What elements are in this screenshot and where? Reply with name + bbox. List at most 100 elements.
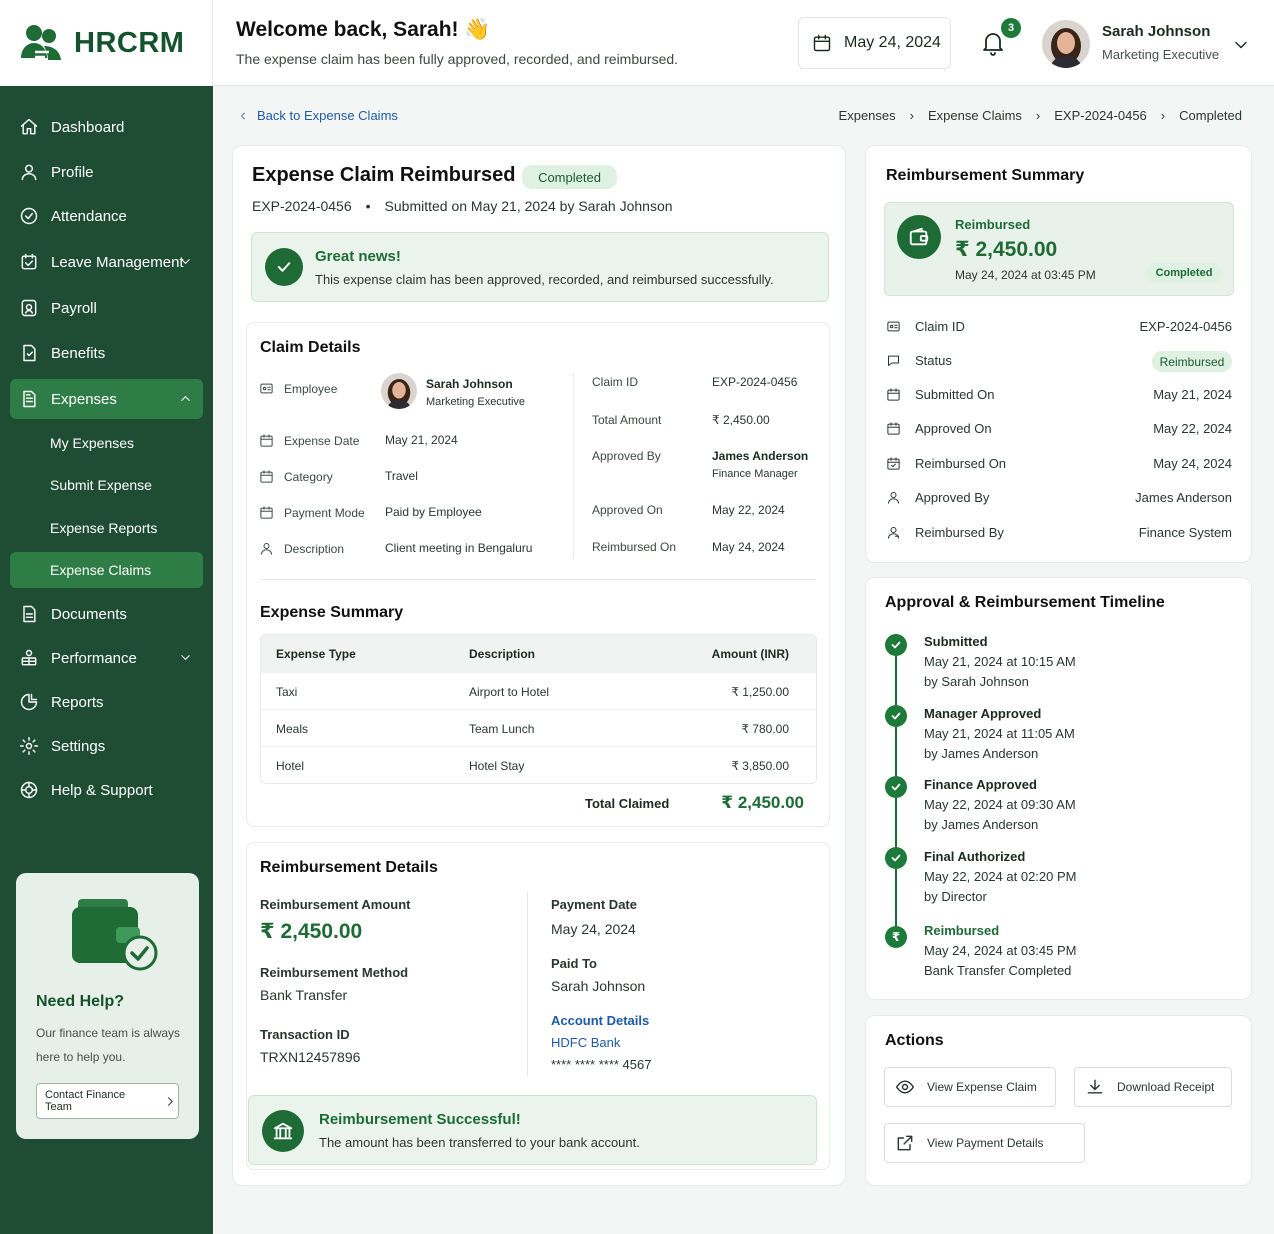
- sidebar-subitem-expense-reports[interactable]: Expense Reports: [10, 510, 203, 546]
- welcome-subtitle: The expense claim has been fully approve…: [236, 51, 679, 67]
- date-picker[interactable]: May 24, 2024: [798, 17, 951, 69]
- chevron-down-icon[interactable]: [1231, 35, 1251, 55]
- people-logo-icon: [21, 25, 61, 60]
- sidebar-item-benefits[interactable]: Benefits: [10, 333, 203, 373]
- wallet-check-illustration-icon: [72, 899, 158, 971]
- check-circle-icon: [20, 207, 38, 225]
- breadcrumb-item[interactable]: Expense Claims: [928, 108, 1022, 123]
- claim-card: Expense Claim Reimbursed Completed EXP-2…: [232, 145, 846, 1186]
- sidebar-item-reports[interactable]: Reports: [10, 682, 203, 722]
- topbar: Welcome back, Sarah! 👋 The expense claim…: [213, 0, 1274, 86]
- eye-icon: [895, 1080, 915, 1094]
- approved-by-role: Finance Manager: [712, 468, 798, 480]
- sidebar-item-label: Reports: [51, 693, 104, 711]
- sidebar-item-label: Benefits: [51, 344, 106, 362]
- employee-avatar: [381, 373, 417, 409]
- breadcrumb-item[interactable]: EXP-2024-0456: [1054, 108, 1147, 123]
- account-details-link[interactable]: Account Details: [551, 1013, 649, 1028]
- summary-row-value: Finance System: [1138, 525, 1232, 540]
- breadcrumb: Expenses › Expense Claims › EXP-2024-045…: [839, 108, 1242, 123]
- calendar-icon: [260, 470, 273, 483]
- completed-badge: Completed: [1146, 263, 1222, 283]
- sidebar-item-settings[interactable]: Settings: [10, 726, 203, 766]
- reimbursement-details-title: Reimbursement Details: [260, 859, 438, 876]
- payroll-icon: [21, 299, 37, 317]
- sidebar-item-label: Help & Support: [51, 781, 153, 799]
- gear-icon: [19, 736, 39, 756]
- summary-row-label: Approved On: [915, 421, 992, 436]
- total-claimed-value: ₹ 2,450.00: [721, 793, 804, 812]
- chevron-left-icon: [241, 112, 245, 119]
- timeline-step-by: Bank Transfer Completed: [924, 963, 1072, 978]
- summary-row: Status Reimbursed: [886, 351, 1232, 372]
- sidebar-item-performance[interactable]: Performance: [10, 638, 203, 678]
- category-label: Category: [259, 469, 333, 484]
- sidebar-item-payroll[interactable]: Payroll: [10, 288, 203, 328]
- sidebar-item-attendance[interactable]: Attendance: [10, 196, 203, 236]
- back-link[interactable]: Back to Expense Claims: [237, 108, 398, 123]
- notification-button[interactable]: [981, 30, 1005, 56]
- view-payment-details-label: View Payment Details: [927, 1136, 1044, 1150]
- column-header: Description: [469, 647, 536, 661]
- download-receipt-label: Download Receipt: [1117, 1080, 1215, 1094]
- summary-row-label: Reimbursed By: [915, 525, 1004, 540]
- bank-icon: [262, 1110, 304, 1152]
- payment-date-label: Payment Date: [551, 897, 637, 912]
- timeline-step-time: May 24, 2024 at 03:45 PM: [924, 943, 1077, 958]
- sidebar-item-leave-management[interactable]: Leave Management: [10, 242, 203, 282]
- timeline-step-title: Reimbursed: [924, 923, 1000, 938]
- expense-table: Expense Type Description Amount (INR) Ta…: [260, 634, 817, 784]
- reimbursement-details-section: Reimbursement Details Reimbursement Amou…: [246, 842, 830, 1170]
- summary-row: Reimbursed On May 24, 2024: [886, 454, 1232, 474]
- sidebar-item-help-support[interactable]: Help & Support: [10, 770, 203, 810]
- timeline-step-by: by Director: [924, 889, 987, 904]
- claim-details-title: Claim Details: [260, 339, 361, 356]
- reimbursed-amount: ₹ 2,450.00: [955, 238, 1058, 261]
- user-avatar[interactable]: [1042, 20, 1090, 68]
- view-payment-details-button[interactable]: View Payment Details: [884, 1123, 1085, 1163]
- app-name: HRCRM: [74, 26, 185, 59]
- external-link-icon: [897, 1135, 913, 1151]
- breadcrumb-item[interactable]: Expenses: [839, 108, 896, 123]
- sidebar-item-documents[interactable]: Documents: [10, 594, 203, 634]
- timeline-step-by: by James Anderson: [924, 746, 1039, 761]
- sidebar-item-label: Documents: [51, 605, 127, 623]
- summary-row-label: Approved By: [915, 490, 990, 505]
- sidebar-subitem-submit-expense[interactable]: Submit Expense: [10, 467, 203, 503]
- bell-icon: [983, 33, 1003, 56]
- summary-row-label: Status: [915, 353, 952, 368]
- calendar-icon: [887, 388, 900, 401]
- sidebar-subitem-label: Expense Reports: [50, 520, 158, 536]
- cell-desc: Team Lunch: [469, 722, 535, 736]
- sidebar-item-profile[interactable]: Profile: [10, 152, 203, 192]
- download-receipt-button[interactable]: Download Receipt: [1074, 1067, 1232, 1107]
- sidebar-subitem-label: My Expenses: [50, 435, 135, 451]
- sidebar-item-dashboard[interactable]: Dashboard: [10, 107, 203, 147]
- approved-by-value: James Anderson: [712, 449, 809, 463]
- view-expense-claim-button[interactable]: View Expense Claim: [884, 1067, 1056, 1107]
- claim-meta: EXP-2024-0456 • Submitted on May 21, 202…: [252, 198, 673, 214]
- timeline-step-title: Manager Approved: [924, 706, 1042, 721]
- cell-type: Meals: [276, 722, 309, 736]
- sidebar-subitem-expense-claims[interactable]: Expense Claims: [10, 552, 203, 588]
- timeline-step-time: May 21, 2024 at 10:15 AM: [924, 654, 1076, 669]
- status-badge: Completed: [522, 165, 617, 189]
- summary-row-value: May 24, 2024: [1153, 456, 1232, 471]
- contact-finance-button[interactable]: Contact Finance Team: [36, 1083, 179, 1119]
- user-icon: [888, 492, 899, 504]
- view-expense-claim-label: View Expense Claim: [927, 1080, 1037, 1094]
- account-number: **** **** **** 4567: [551, 1057, 652, 1072]
- summary-row-label: Submitted On: [915, 387, 995, 402]
- chevron-right-icon: [168, 1096, 173, 1106]
- id-card-icon: [260, 383, 273, 394]
- sidebar-item-expenses[interactable]: Expenses: [10, 379, 203, 419]
- chevron-down-icon: [181, 655, 190, 660]
- app-logo[interactable]: HRCRM: [0, 0, 213, 86]
- sidebar-item-label: Profile: [51, 163, 94, 181]
- table-header: Expense Type Description Amount (INR): [261, 635, 816, 673]
- welcome-heading: Welcome back, Sarah! 👋: [236, 18, 491, 41]
- sidebar-subitem-label: Submit Expense: [50, 477, 152, 493]
- sidebar-subitem-my-expenses[interactable]: My Expenses: [10, 425, 203, 461]
- summary-row-value: James Anderson: [1135, 490, 1232, 505]
- help-title: Need Help?: [36, 993, 125, 1010]
